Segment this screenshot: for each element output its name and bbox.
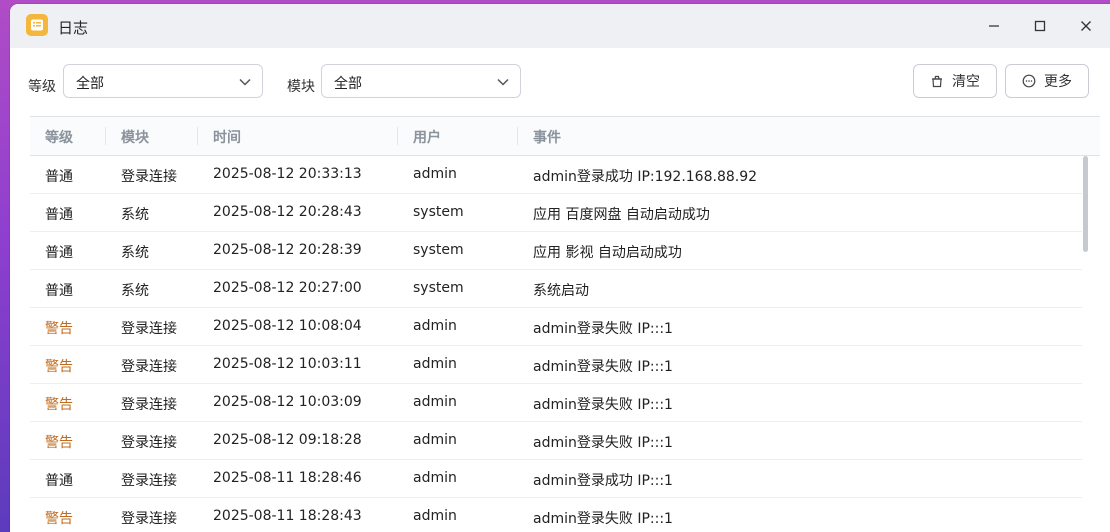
- clear-button[interactable]: 清空: [913, 64, 997, 98]
- cell-time: 2025-08-12 20:28:39: [213, 242, 362, 258]
- clear-button-label: 清空: [952, 74, 980, 90]
- cell-module: 登录连接: [121, 435, 177, 451]
- cell-time: 2025-08-12 20:27:00: [213, 280, 362, 296]
- cell-user: admin: [413, 318, 457, 334]
- cell-level: 警告: [45, 359, 73, 375]
- cell-event: admin登录成功 IP:192.168.88.92: [533, 169, 758, 185]
- table-body: 普通 登录连接 2025-08-12 20:33:13 admin admin登录成功 …: [30, 156, 1100, 532]
- cell-user: system: [413, 204, 464, 220]
- cell-time: 2025-08-12 20:28:43: [213, 204, 362, 220]
- title-bar: 日志: [10, 4, 1110, 48]
- cell-level: 普通: [45, 473, 73, 489]
- cell-event: 系统启动: [533, 283, 589, 299]
- chevron-down-icon: [239, 78, 251, 86]
- cell-level: 普通: [45, 283, 73, 299]
- cell-event: admin登录成功 IP:::1: [533, 473, 673, 489]
- cell-event: 应用 百度网盘 自动启动成功: [533, 207, 710, 223]
- cell-module: 登录连接: [121, 321, 177, 337]
- table-row[interactable]: 普通 系统 2025-08-12 20:28:43 system 应用 百度网盘 自动启…: [30, 194, 1082, 232]
- cell-user: admin: [413, 432, 457, 448]
- table-row[interactable]: 警告 登录连接 2025-08-12 10:03:09 admin admin登录失败 …: [30, 384, 1082, 422]
- header-divider: [517, 127, 518, 145]
- cell-time: 2025-08-11 18:28:46: [213, 470, 362, 486]
- table-row[interactable]: 警告 登录连接 2025-08-11 18:28:43 admin admin登录失败 …: [30, 498, 1082, 532]
- cell-module: 登录连接: [121, 359, 177, 375]
- close-icon: [1081, 21, 1091, 31]
- module-select-value: 全部: [334, 76, 362, 92]
- cell-event: admin登录失败 IP:::1: [533, 511, 673, 527]
- log-table: 等级 模块 时间 用户 事件 普通 登录连接 2025-08-12 20:33:13…: [30, 116, 1100, 532]
- more-button[interactable]: 更多: [1005, 64, 1089, 98]
- header-time[interactable]: 时间: [213, 127, 241, 147]
- table-header: 等级 模块 时间 用户 事件: [30, 116, 1100, 156]
- minimize-icon: [989, 25, 999, 27]
- table-row[interactable]: 普通 系统 2025-08-12 20:28:39 system 应用 影视 自动启动成…: [30, 232, 1082, 270]
- trash-icon: [932, 75, 942, 88]
- header-level[interactable]: 等级: [45, 127, 73, 147]
- cell-time: 2025-08-12 10:08:04: [213, 318, 362, 334]
- header-divider: [105, 127, 106, 145]
- table-row[interactable]: 警告 登录连接 2025-08-12 10:08:04 admin admin登录失败 …: [30, 308, 1082, 346]
- table-row[interactable]: 普通 登录连接 2025-08-12 20:33:13 admin admin登录成功 …: [30, 156, 1082, 194]
- cell-user: admin: [413, 470, 457, 486]
- window-title: 日志: [58, 19, 89, 37]
- maximize-icon: [1034, 20, 1046, 32]
- filter-bar: 等级 全部 模块 全部 清空 更多: [10, 64, 1110, 104]
- table-row[interactable]: 警告 登录连接 2025-08-12 09:18:28 admin admin登录失败 …: [30, 422, 1082, 460]
- table-row[interactable]: 普通 登录连接 2025-08-11 18:28:46 admin admin登录成功 …: [30, 460, 1082, 498]
- cell-event: admin登录失败 IP:::1: [533, 435, 673, 451]
- header-divider: [397, 127, 398, 145]
- module-select[interactable]: 全部: [321, 64, 521, 98]
- cell-level: 警告: [45, 511, 73, 527]
- cell-time: 2025-08-11 18:28:43: [213, 508, 362, 524]
- cell-level: 普通: [45, 207, 73, 223]
- cell-time: 2025-08-12 20:33:13: [213, 166, 362, 182]
- cell-user: system: [413, 280, 464, 296]
- cell-module: 登录连接: [121, 511, 177, 527]
- header-divider: [197, 127, 198, 145]
- cell-event: admin登录失败 IP:::1: [533, 359, 673, 375]
- cell-time: 2025-08-12 10:03:11: [213, 356, 362, 372]
- scrollbar-thumb[interactable]: [1083, 156, 1088, 252]
- cell-event: admin登录失败 IP:::1: [533, 321, 673, 337]
- cell-level: 警告: [45, 435, 73, 451]
- cell-event: admin登录失败 IP:::1: [533, 397, 673, 413]
- header-module[interactable]: 模块: [121, 127, 149, 147]
- cell-module: 系统: [121, 283, 149, 299]
- close-button[interactable]: [1071, 12, 1101, 40]
- cell-level: 警告: [45, 397, 73, 413]
- table-row[interactable]: 警告 登录连接 2025-08-12 10:03:11 admin admin登录失败 …: [30, 346, 1082, 384]
- log-app-icon: [26, 14, 48, 36]
- log-window: 日志 等级 全部 模块 全部 清空 更多 等级 模块 时间 用户 事件 普通 登…: [10, 4, 1110, 532]
- cell-module: 系统: [121, 245, 149, 261]
- cell-module: 登录连接: [121, 473, 177, 489]
- more-circle-icon: [1022, 74, 1036, 88]
- level-select[interactable]: 全部: [63, 64, 263, 98]
- cell-user: admin: [413, 394, 457, 410]
- cell-user: admin: [413, 508, 457, 524]
- table-row[interactable]: 普通 系统 2025-08-12 20:27:00 system 系统启动: [30, 270, 1082, 308]
- cell-module: 系统: [121, 207, 149, 223]
- module-filter-label: 模块: [287, 79, 315, 95]
- cell-module: 登录连接: [121, 397, 177, 413]
- header-event[interactable]: 事件: [533, 127, 561, 147]
- cell-time: 2025-08-12 09:18:28: [213, 432, 362, 448]
- cell-user: admin: [413, 166, 457, 182]
- cell-level: 警告: [45, 321, 73, 337]
- chevron-down-icon: [497, 78, 509, 86]
- level-filter-label: 等级: [28, 79, 56, 95]
- cell-time: 2025-08-12 10:03:09: [213, 394, 362, 410]
- cell-event: 应用 影视 自动启动成功: [533, 245, 682, 261]
- header-user[interactable]: 用户: [413, 127, 441, 147]
- cell-level: 普通: [45, 245, 73, 261]
- cell-user: system: [413, 242, 464, 258]
- more-button-label: 更多: [1044, 74, 1072, 90]
- minimize-button[interactable]: [979, 12, 1009, 40]
- cell-user: admin: [413, 356, 457, 372]
- cell-level: 普通: [45, 169, 73, 185]
- cell-module: 登录连接: [121, 169, 177, 185]
- maximize-button[interactable]: [1025, 12, 1055, 40]
- level-select-value: 全部: [76, 76, 104, 92]
